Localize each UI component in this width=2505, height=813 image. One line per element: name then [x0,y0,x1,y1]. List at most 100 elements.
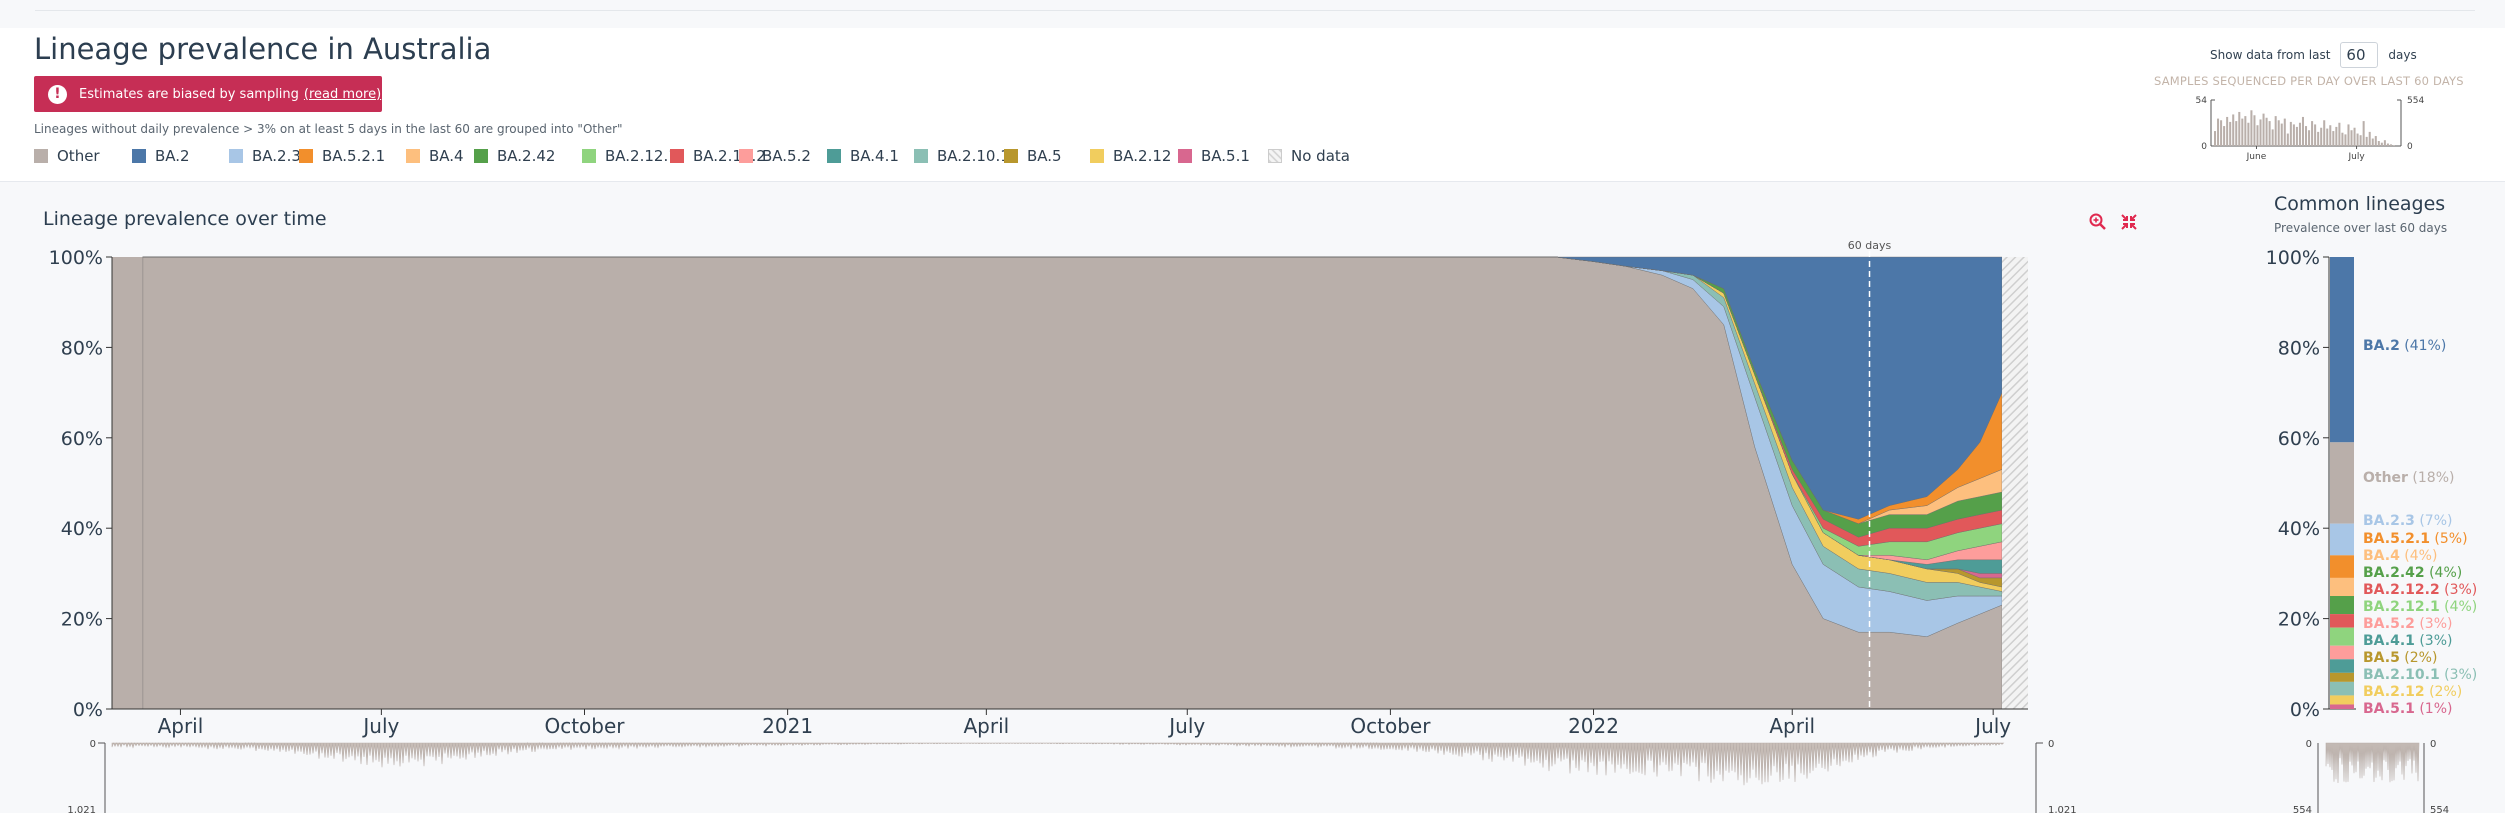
side-bar-ba-2-42 [2330,596,2354,615]
legend-item-ba-5-2[interactable]: BA.5.2 [739,147,811,165]
mini-bar [2274,116,2277,146]
x-tick-label: April [158,714,204,738]
side-bar-ba-5-2 [2330,645,2354,660]
mini-bar [2289,121,2292,146]
days-input[interactable] [2340,42,2379,68]
side-samples-bottom: 554 [2293,805,2312,813]
legend-label: BA.4.1 [850,147,899,165]
legend-label: BA.2.42 [497,147,556,165]
legend-item-ba-2-12[interactable]: BA.2.12 [1090,147,1171,165]
y-tick-label: 60% [61,428,103,450]
collapse-icon[interactable] [2119,212,2139,232]
mini-bar [2250,110,2253,146]
legend-swatch [914,149,928,163]
mini-bar [2220,120,2223,146]
mini-bar [2332,131,2335,146]
prevalence-area-chart: 60 days 100% 80% 60% 40% 20% 0% April July Octobe… [49,239,2477,813]
legend-item-ba-2[interactable]: BA.2 [132,147,190,165]
mini-bar [2298,122,2301,146]
legend-item-no-data[interactable]: No data [1268,147,1350,165]
grouping-note: Lineages without daily prevalence > 3% o… [34,122,623,136]
mini-bar [2380,142,2383,146]
legend-swatch [670,149,684,163]
mini-bar [2214,131,2217,146]
x-tick-label: October [1350,714,1431,738]
zoom-in-icon[interactable] [2088,212,2108,232]
side-bar-ba-2-3 [2330,523,2354,556]
mini-ymin-right: 0 [2407,142,2413,152]
mini-bar [2259,119,2262,146]
side-bar-other [2330,442,2354,524]
legend-swatch [1268,149,1282,163]
side-samples-bottom-right: 554 [2430,805,2449,813]
legend-item-ba-2-3[interactable]: BA.2.3 [229,147,301,165]
legend-label: BA.5.2.1 [322,147,386,165]
side-label-ba-4: BA.4 (4%) [2363,548,2437,564]
side-label-ba-4-1: BA.4.1 (3%) [2363,633,2452,649]
side-samples-top-right: 0 [2430,739,2436,750]
y-tick-label: 0% [73,699,103,721]
side-label-ba-2-42: BA.2.42 (4%) [2363,565,2462,581]
mini-bar [2286,133,2289,146]
mini-bar [2283,118,2286,146]
mini-bar [2338,122,2341,146]
side-y-tick-label: 80% [2278,337,2320,359]
x-tick-label: 2021 [762,714,813,738]
series-area-other [142,256,2003,710]
mini-bar [2347,124,2350,146]
legend-item-ba-5-1[interactable]: BA.5.1 [1178,147,1250,165]
mini-bar [2305,126,2308,146]
side-label-other: Other (18%) [2363,470,2454,486]
page-title: Lineage prevalence in Australia [34,32,492,66]
legend-item-ba-4-1[interactable]: BA.4.1 [827,147,899,165]
legend-item-other[interactable]: Other [34,147,100,165]
side-bar-ba-2 [2330,257,2354,443]
mini-bar [2368,131,2371,146]
legend-swatch [474,149,488,163]
side-samples-bars [2325,742,2420,784]
mini-bar [2292,124,2295,146]
mini-bar [2265,117,2268,146]
samples-bottom-label: 1,021 [67,805,96,813]
mini-bar [2326,128,2329,146]
y-tick-label: 20% [61,609,103,631]
mini-bar [2350,130,2353,146]
mini-bar [2386,143,2389,146]
legend-label: BA.4 [429,147,464,165]
side-label-ba-2-3: BA.2.3 (7%) [2363,513,2452,529]
mini-bar [2365,136,2368,146]
y-tick-label: 80% [61,337,103,359]
legend-item-ba-2-10-1[interactable]: BA.2.10.1 [914,147,1010,165]
mini-bar [2320,127,2323,146]
mini-bar [2241,118,2244,146]
x-tick-label: 2022 [1568,714,1619,738]
y-tick-label: 40% [61,518,103,540]
mini-bar [2280,123,2283,146]
chart-title: Lineage prevalence over time [43,208,327,230]
legend-item-ba-4[interactable]: BA.4 [406,147,464,165]
legend-item-ba-2-42[interactable]: BA.2.42 [474,147,555,165]
top-divider [35,10,2475,11]
x-tick-label: July [1973,714,2011,738]
mini-x-label: June [2246,152,2267,162]
mini-bar [2238,111,2241,146]
side-y-tick-label: 40% [2278,518,2320,540]
side-y-tick-label: 100% [2266,247,2320,269]
days-prefix: Show data from last [2210,48,2331,62]
mini-bar [2217,118,2220,146]
legend-item-ba-2-12-1[interactable]: BA.2.12.1 [582,147,678,165]
read-more-link[interactable]: (read more) [304,87,381,102]
mini-bar [2362,121,2365,146]
legend-swatch [1090,149,1104,163]
legend-label: BA.5.2 [762,147,811,165]
mini-bar [2271,129,2274,146]
side-label-ba-5-2: BA.5.2 (3%) [2363,616,2452,632]
warning-icon: ! [48,84,67,104]
mini-ymin-left: 0 [2201,142,2207,152]
side-y-tick-label: 0% [2290,699,2320,721]
mini-bar [2232,114,2235,146]
common-lineages-title: Common lineages [2274,193,2446,215]
legend-item-ba-5[interactable]: BA.5 [1004,147,1062,165]
legend-item-ba-5-2-1[interactable]: BA.5.2.1 [299,147,385,165]
side-label-ba-2-12-1: BA.2.12.1 (4%) [2363,599,2477,615]
